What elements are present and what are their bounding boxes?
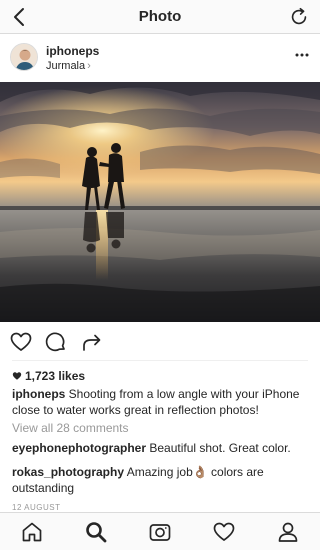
location-label: Jurmala (46, 60, 86, 72)
post-username[interactable]: iphoneps (46, 44, 99, 58)
caption-username[interactable]: iphoneps (12, 387, 65, 401)
post-header: iphoneps Jurmala › (0, 36, 320, 82)
divider (12, 360, 308, 361)
post-date: 12 AUGUST (12, 503, 61, 512)
post-caption: iphoneps Shooting from a low angle with … (12, 386, 312, 418)
page-title: Photo (138, 8, 182, 25)
chevron-right-icon: › (87, 60, 91, 72)
profile-icon[interactable] (276, 520, 300, 544)
comment-username[interactable]: rokas_photography (12, 465, 124, 479)
heart-icon[interactable] (9, 330, 33, 354)
share-icon[interactable] (80, 330, 104, 354)
likes-count[interactable]: 1,723 likes (12, 369, 85, 383)
comment-item: eyephonephotographer Beautiful shot. Gre… (12, 440, 312, 456)
search-icon[interactable] (84, 520, 108, 544)
top-bar: Photo (0, 0, 320, 34)
comment-item: rokas_photography Amazing job👌🏽 colors a… (12, 464, 312, 496)
view-all-comments-link[interactable]: View all 28 comments (12, 421, 129, 435)
comment-username[interactable]: eyephonephotographer (12, 441, 146, 455)
post-location[interactable]: Jurmala › (46, 60, 91, 72)
avatar[interactable] (10, 43, 38, 71)
ok-hand-emoji: 👌🏽 (192, 465, 208, 479)
heart-small-icon (12, 372, 22, 380)
home-icon[interactable] (20, 520, 44, 544)
more-dots-icon[interactable] (294, 48, 310, 62)
post-actions (0, 328, 320, 358)
comment-text: Beautiful shot. Great color. (146, 441, 291, 455)
activity-heart-icon[interactable] (212, 520, 236, 544)
bottom-tab-bar (0, 512, 320, 550)
post-photo[interactable] (0, 82, 320, 322)
likes-label: 1,723 likes (25, 369, 86, 383)
refresh-icon[interactable] (288, 6, 310, 28)
camera-icon[interactable] (148, 520, 172, 544)
comment-icon[interactable] (44, 330, 68, 354)
comment-text: Amazing job (124, 465, 193, 479)
